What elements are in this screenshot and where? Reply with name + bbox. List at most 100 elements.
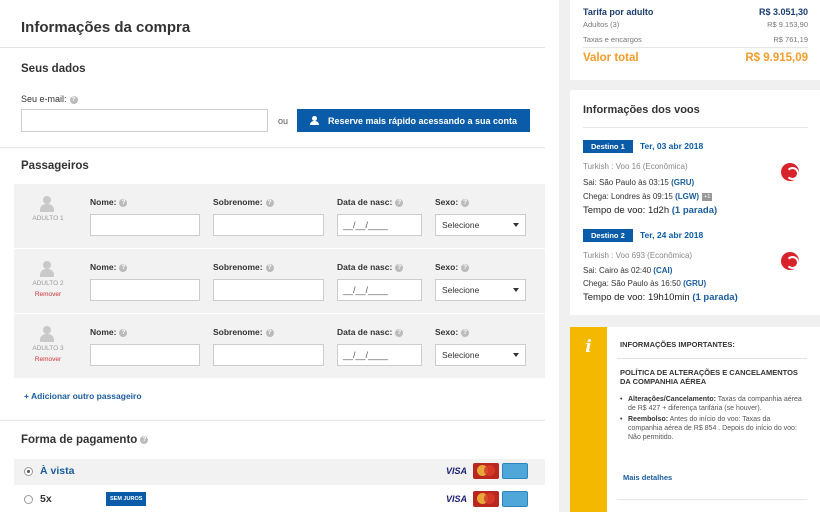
- help-icon[interactable]: ?: [265, 263, 274, 272]
- card-logos: VISA: [446, 463, 528, 479]
- chevron-down-icon: [513, 353, 519, 357]
- visa-logo: VISA: [446, 466, 468, 476]
- purchase-form-panel: Informações da compra Seus dados Seu e-m…: [0, 0, 559, 512]
- fare-total-row: Valor total R$ 9.915,09: [583, 52, 808, 64]
- email-field[interactable]: [21, 109, 268, 132]
- passenger-row-1: ADULTO 1 Nome:? Sobrenome:? Data de nasc…: [14, 184, 545, 248]
- person-icon: [39, 261, 55, 277]
- birthdate-field[interactable]: __/__/____: [337, 214, 422, 236]
- help-icon[interactable]: ?: [395, 263, 404, 272]
- first-name-field[interactable]: [90, 344, 200, 366]
- help-icon[interactable]: ?: [119, 198, 128, 207]
- sex-select[interactable]: Selecione: [435, 344, 526, 366]
- sex-select[interactable]: Selecione: [435, 279, 526, 301]
- birthdate-label: Data de nasc:?: [337, 262, 404, 272]
- help-icon[interactable]: ?: [395, 198, 404, 207]
- info-heading: INFORMAÇÕES IMPORTANTES:: [620, 340, 735, 349]
- login-button[interactable]: Reserve mais rápido acessando a sua cont…: [297, 109, 530, 132]
- first-name-field[interactable]: [90, 214, 200, 236]
- sex-label: Sexo:?: [435, 327, 470, 337]
- help-icon[interactable]: ?: [395, 328, 404, 337]
- user-icon: [309, 116, 319, 125]
- policy-bullets: • Alterações/Cancelamento: Taxas da compa…: [620, 395, 805, 444]
- radio-selected[interactable]: [24, 467, 33, 476]
- passenger-row-3: ADULTO 3 Remover Nome:? Sobrenome:? Data…: [14, 314, 545, 378]
- arrival-info: Chega: São Paulo às 16:50 (GRU): [583, 279, 707, 288]
- first-name-field[interactable]: [90, 279, 200, 301]
- remove-passenger-link[interactable]: Remover: [22, 291, 74, 298]
- section-title-seus-dados: Seus dados: [21, 63, 86, 75]
- first-name-label: Nome:?: [90, 197, 128, 207]
- payment-option-avista[interactable]: À vista VISA: [14, 459, 545, 485]
- card-logos: VISA: [446, 491, 528, 507]
- divider: [0, 420, 545, 421]
- departure-info: Sai: Cairo às 02:40 (CAI): [583, 266, 673, 275]
- email-label: Seu e-mail:?: [21, 94, 78, 104]
- last-name-label: Sobrenome:?: [213, 197, 274, 207]
- person-icon: [39, 326, 55, 342]
- flight-number: Turkish : Voo 16 (Econômica): [583, 162, 688, 171]
- last-name-field[interactable]: [213, 214, 324, 236]
- flights-title: Informações dos voos: [583, 104, 700, 116]
- policy-title: POLÍTICA DE ALTERAÇÕES E CANCELAMENTOS D…: [620, 368, 798, 386]
- payment-option-label: 5x: [40, 493, 52, 505]
- help-icon[interactable]: ?: [119, 328, 128, 337]
- payment-option-5x[interactable]: 5x SEM JUROS VISA: [14, 487, 545, 512]
- divider: [583, 47, 808, 48]
- avatar: [32, 326, 62, 342]
- birthdate-field[interactable]: __/__/____: [337, 344, 422, 366]
- flight-duration: Tempo de voo: 1d2h (1 parada): [583, 205, 718, 216]
- birthdate-field[interactable]: __/__/____: [337, 279, 422, 301]
- help-icon[interactable]: ?: [461, 263, 470, 272]
- last-name-field[interactable]: [213, 279, 324, 301]
- help-icon[interactable]: ?: [119, 263, 128, 272]
- person-icon: [39, 196, 55, 212]
- help-icon[interactable]: ?: [461, 198, 470, 207]
- help-icon[interactable]: ?: [461, 328, 470, 337]
- divider: [617, 499, 807, 500]
- avatar: [32, 261, 62, 277]
- chevron-down-icon: [513, 223, 519, 227]
- arrival-info: Chega: Londres às 09:15 (LGW) +1: [583, 192, 713, 201]
- help-icon[interactable]: ?: [265, 328, 274, 337]
- sex-select[interactable]: Selecione: [435, 214, 526, 236]
- section-title-passageiros: Passageiros: [21, 160, 89, 172]
- sex-label: Sexo:?: [435, 262, 470, 272]
- or-separator: ou: [278, 116, 289, 126]
- destination-badge: Destino 1: [583, 140, 633, 153]
- summary-sidebar: Tarifa por adulto R$ 3.051,30 Adultos (3…: [570, 0, 820, 512]
- flight-number: Turkish : Voo 693 (Econômica): [583, 251, 693, 260]
- first-name-label: Nome:?: [90, 327, 128, 337]
- add-passenger-link[interactable]: + Adicionar outro passageiro: [24, 391, 142, 401]
- divider: [617, 358, 807, 359]
- info-icon: i: [585, 337, 592, 357]
- interest-free-badge: SEM JUROS: [106, 492, 147, 506]
- divider: [583, 127, 808, 128]
- remove-passenger-link[interactable]: Remover: [22, 356, 74, 363]
- birthdate-label: Data de nasc:?: [337, 327, 404, 337]
- first-name-label: Nome:?: [90, 262, 128, 272]
- avatar: [32, 196, 62, 212]
- turkish-airlines-logo: [781, 252, 799, 270]
- info-stripe: i: [570, 327, 607, 512]
- fare-adults-row: Adultos (3) R$ 9.153,90: [583, 20, 808, 29]
- passenger-label: ADULTO 3: [32, 345, 64, 352]
- sex-label: Sexo:?: [435, 197, 470, 207]
- visa-logo: VISA: [446, 494, 468, 504]
- list-item: • Reembolso: Antes do início do voo: Taxa…: [620, 416, 797, 441]
- more-details-link[interactable]: Mais detalhes: [623, 473, 672, 482]
- help-icon[interactable]: ?: [69, 95, 78, 104]
- page-title: Informações da compra: [21, 19, 191, 36]
- radio-unselected[interactable]: [24, 495, 33, 504]
- passenger-label: ADULTO 2: [32, 280, 64, 287]
- list-item: • Alterações/Cancelamento: Taxas da compa…: [620, 396, 802, 412]
- help-icon[interactable]: ?: [265, 198, 274, 207]
- flight-duration: Tempo de voo: 19h10min (1 parada): [583, 292, 738, 303]
- plus-day-badge: +1: [702, 192, 713, 201]
- divider: [0, 47, 545, 48]
- passenger-row-2: ADULTO 2 Remover Nome:? Sobrenome:? Data…: [14, 249, 545, 313]
- last-name-field[interactable]: [213, 344, 324, 366]
- mastercard-logo: [473, 463, 499, 479]
- flight-date: Ter, 03 abr 2018: [640, 141, 704, 151]
- help-icon[interactable]: ?: [140, 435, 149, 444]
